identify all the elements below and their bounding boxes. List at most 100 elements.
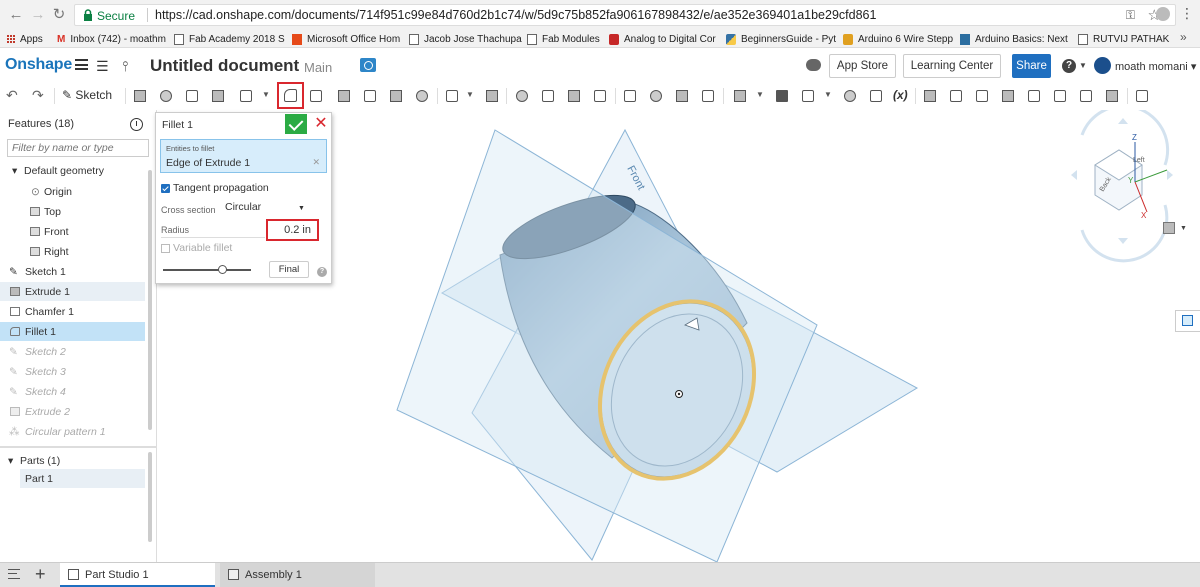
thicken-icon[interactable] <box>236 86 256 106</box>
version-graph-icon[interactable] <box>360 58 376 72</box>
corner-icon[interactable] <box>1050 86 1070 106</box>
tab-list-icon[interactable] <box>8 569 20 579</box>
document-structure-icon[interactable]: ☰ <box>96 58 109 75</box>
chevron-down-icon[interactable]: ▼ <box>1079 61 1087 70</box>
learning-center-button[interactable]: Learning Center <box>903 54 1001 78</box>
bridging-curve-icon[interactable] <box>866 86 886 106</box>
sweep-icon[interactable] <box>182 86 202 106</box>
rib-icon[interactable] <box>360 86 380 106</box>
back-icon[interactable]: ← <box>8 7 24 23</box>
key-icon[interactable]: ⚿ <box>1126 8 1135 23</box>
transform-icon[interactable] <box>564 86 584 106</box>
variable-icon[interactable]: (x) <box>893 88 908 102</box>
feature-item-sketch-1[interactable]: ✎ Sketch 1 <box>0 262 145 281</box>
tab-part-studio[interactable]: Part Studio 1 <box>60 563 215 587</box>
arrow-up-icon[interactable] <box>1118 118 1128 124</box>
view-cube-menu-icon[interactable] <box>1163 222 1175 234</box>
modify-fillet-icon[interactable] <box>620 86 640 106</box>
forward-icon[interactable]: → <box>30 7 46 23</box>
comments-icon[interactable] <box>806 59 821 71</box>
bookmark-fab-academy[interactable]: Fab Academy 2018 S <box>174 32 285 46</box>
feature-item-sketch-4[interactable]: ✎ Sketch 4 <box>0 382 145 401</box>
feature-item-extrude-2[interactable]: Extrude 2 <box>0 402 145 421</box>
radius-value[interactable]: 0.2 in <box>284 224 311 236</box>
view-rotate-arc[interactable] <box>1080 204 1169 263</box>
accept-button[interactable] <box>285 114 307 134</box>
remove-entity-icon[interactable]: ✕ <box>312 157 320 168</box>
sheet-metal-icon[interactable] <box>920 86 940 106</box>
feature-item-sketch-2[interactable]: ✎ Sketch 2 <box>0 342 145 361</box>
menu-icon[interactable] <box>75 59 88 70</box>
feature-item-top[interactable]: Top <box>0 202 145 221</box>
tab-sheet-icon[interactable] <box>972 86 992 106</box>
tangent-propagation-checkbox[interactable] <box>161 184 170 193</box>
arrow-right-icon[interactable] <box>1167 170 1173 180</box>
bookmark-fab-modules[interactable]: Fab Modules <box>527 32 600 46</box>
chamfer-icon[interactable] <box>306 86 326 106</box>
bookmark-jacob[interactable]: Jacob Jose Thachupa <box>409 32 522 46</box>
extrude-icon[interactable] <box>130 86 150 106</box>
parts-heading[interactable]: ▾ Parts (1) <box>0 451 145 470</box>
draft-icon[interactable] <box>334 86 354 106</box>
sketch-button[interactable]: Sketch <box>62 88 112 102</box>
tab-assembly[interactable]: Assembly 1 <box>220 563 375 587</box>
helix-icon[interactable] <box>798 86 818 106</box>
bookmark-rutvij[interactable]: RUTVIJ PATHAK <box>1078 32 1169 46</box>
help-icon[interactable]: ? <box>1062 59 1076 73</box>
variable-fillet-checkbox[interactable] <box>161 244 170 253</box>
shell-icon[interactable] <box>386 86 406 106</box>
browser-menu-icon[interactable]: ⋮ <box>1180 5 1194 22</box>
chevron-down-icon[interactable]: ▼ <box>262 90 270 99</box>
bookmark-arduino-basics[interactable]: Arduino Basics: Next <box>960 32 1068 46</box>
undo-icon[interactable]: ↶ <box>6 87 18 104</box>
insert-icon[interactable]: ⫯ <box>122 58 128 75</box>
bookmark-gmail[interactable]: M Inbox (742) - moathm <box>57 32 166 46</box>
revolve-icon[interactable] <box>156 86 176 106</box>
flat-view-icon[interactable] <box>998 86 1018 106</box>
bookmark-apps[interactable]: Apps <box>7 32 43 46</box>
finish-sheet-metal-icon[interactable] <box>1102 86 1122 106</box>
feature-list-scrollbar[interactable] <box>148 170 152 430</box>
url-text[interactable]: https://cad.onshape.com/documents/714f95… <box>155 8 876 22</box>
delete-face-icon[interactable] <box>646 86 666 106</box>
reload-icon[interactable]: ↻ <box>51 7 67 23</box>
feature-filter-input[interactable] <box>7 139 149 157</box>
feature-item-fillet-1[interactable]: Fillet 1 <box>0 322 145 341</box>
bookmark-python[interactable]: BeginnersGuide - Pyt <box>726 32 836 46</box>
move-face-icon[interactable] <box>672 86 692 106</box>
chevron-down-icon[interactable]: ▾ <box>12 165 17 177</box>
loft-icon[interactable] <box>208 86 228 106</box>
part-item[interactable]: Part 1 <box>20 469 145 488</box>
feature-item-extrude-1[interactable]: Extrude 1 <box>0 282 145 301</box>
final-button[interactable]: Final <box>269 261 309 278</box>
delete-part-icon[interactable] <box>590 86 610 106</box>
hole-icon[interactable] <box>412 86 432 106</box>
avatar[interactable] <box>1094 57 1111 74</box>
onshape-logo[interactable]: Onshape <box>5 56 72 74</box>
joint-icon[interactable] <box>1024 86 1044 106</box>
chevron-down-icon[interactable]: ▼ <box>298 205 305 212</box>
view-cube[interactable]: Left Back Z Y X <box>1071 110 1173 263</box>
chevron-down-icon[interactable]: ▼ <box>756 90 764 99</box>
entities-selection-box[interactable]: Entities to fillet Edge of Extrude 1 ✕ <box>160 139 327 173</box>
stopwatch-icon[interactable] <box>130 118 143 131</box>
pattern-icon[interactable] <box>442 86 462 106</box>
feature-item-chamfer-1[interactable]: Chamfer 1 <box>0 302 145 321</box>
chevron-down-icon[interactable]: ▼ <box>1180 225 1187 232</box>
chevron-down-icon[interactable]: ▼ <box>466 90 474 99</box>
entities-value[interactable]: Edge of Extrude 1 <box>166 157 250 169</box>
cross-section-select[interactable]: Circular <box>225 201 307 217</box>
radius-input[interactable]: 0.2 in <box>266 219 319 241</box>
bookmark-office[interactable]: Microsoft Office Hom <box>292 32 400 46</box>
bookmark-analog[interactable]: Analog to Digital Cor <box>609 32 716 46</box>
plane-icon[interactable] <box>730 86 750 106</box>
arrow-down-icon[interactable] <box>1118 238 1128 244</box>
url-bar[interactable]: Secure https://cad.onshape.com/documents… <box>74 4 1176 26</box>
mirror-icon[interactable] <box>482 86 502 106</box>
feature-item-front[interactable]: Front <box>0 222 145 241</box>
tangent-propagation-label[interactable]: Tangent propagation <box>173 182 269 194</box>
boolean-icon[interactable] <box>512 86 532 106</box>
chevron-down-icon[interactable]: ▾ <box>8 455 13 467</box>
parts-list-scrollbar[interactable] <box>148 452 152 542</box>
close-icon[interactable]: ✕ <box>311 114 331 134</box>
